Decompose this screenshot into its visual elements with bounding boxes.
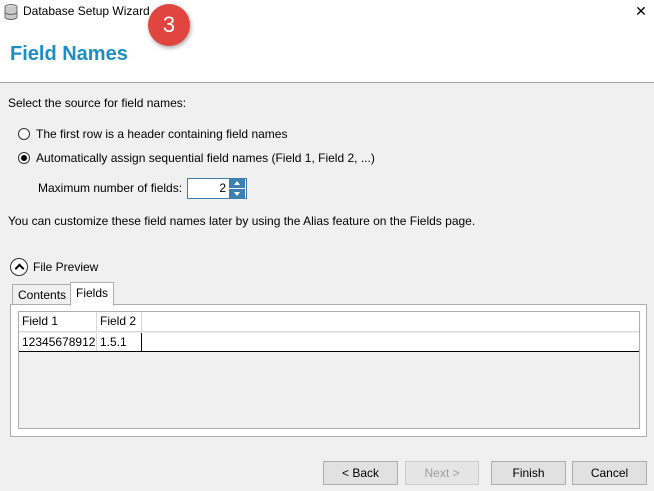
radio-label: The first row is a header containing fie… — [36, 127, 288, 141]
next-button[interactable]: Next > — [405, 461, 479, 485]
fields-tab-panel: Field 1 Field 2 12345678912 1.5.1 — [10, 304, 647, 437]
max-fields-label: Maximum number of fields: — [38, 181, 183, 195]
field-preview-grid: Field 1 Field 2 12345678912 1.5.1 — [18, 311, 640, 429]
finish-button[interactable]: Finish — [491, 461, 566, 485]
source-prompt: Select the source for field names: — [8, 96, 187, 110]
wizard-header: Database Setup Wizard 3 ✕ Field Names — [0, 0, 654, 83]
database-icon — [4, 4, 18, 20]
column-header[interactable]: Field 2 — [97, 312, 142, 331]
radio-auto-assign-option[interactable]: Automatically assign sequential field na… — [18, 151, 375, 165]
cancel-button[interactable]: Cancel — [572, 461, 647, 485]
spin-up-icon[interactable] — [229, 179, 245, 188]
grid-header-row: Field 1 Field 2 — [19, 312, 639, 332]
tab-fields[interactable]: Fields — [70, 282, 115, 306]
file-preview-label: File Preview — [33, 260, 99, 274]
table-cell: 1.5.1 — [97, 333, 142, 351]
page-title: Field Names — [10, 43, 128, 65]
radio-button-unchecked[interactable] — [18, 128, 30, 140]
alias-note: You can customize these field names late… — [8, 214, 476, 228]
radio-label: Automatically assign sequential field na… — [36, 151, 375, 165]
tab-contents[interactable]: Contents — [12, 284, 73, 306]
radio-button-checked[interactable] — [18, 152, 30, 164]
step-number-badge: 3 — [148, 4, 190, 46]
close-icon[interactable]: ✕ — [632, 2, 650, 20]
radio-header-row-option[interactable]: The first row is a header containing fie… — [18, 127, 287, 141]
chevron-up-circle-icon[interactable] — [10, 258, 28, 276]
spin-down-icon[interactable] — [229, 189, 245, 198]
max-fields-stepper[interactable] — [187, 178, 247, 199]
table-row[interactable]: 12345678912 1.5.1 — [19, 333, 639, 352]
window-title: Database Setup Wizard — [23, 4, 150, 18]
column-header[interactable]: Field 1 — [19, 312, 97, 331]
table-cell: 12345678912 — [19, 333, 97, 351]
max-fields-input[interactable] — [190, 179, 226, 198]
back-button[interactable]: < Back — [323, 461, 398, 485]
file-preview-toggle[interactable]: File Preview — [10, 258, 98, 276]
